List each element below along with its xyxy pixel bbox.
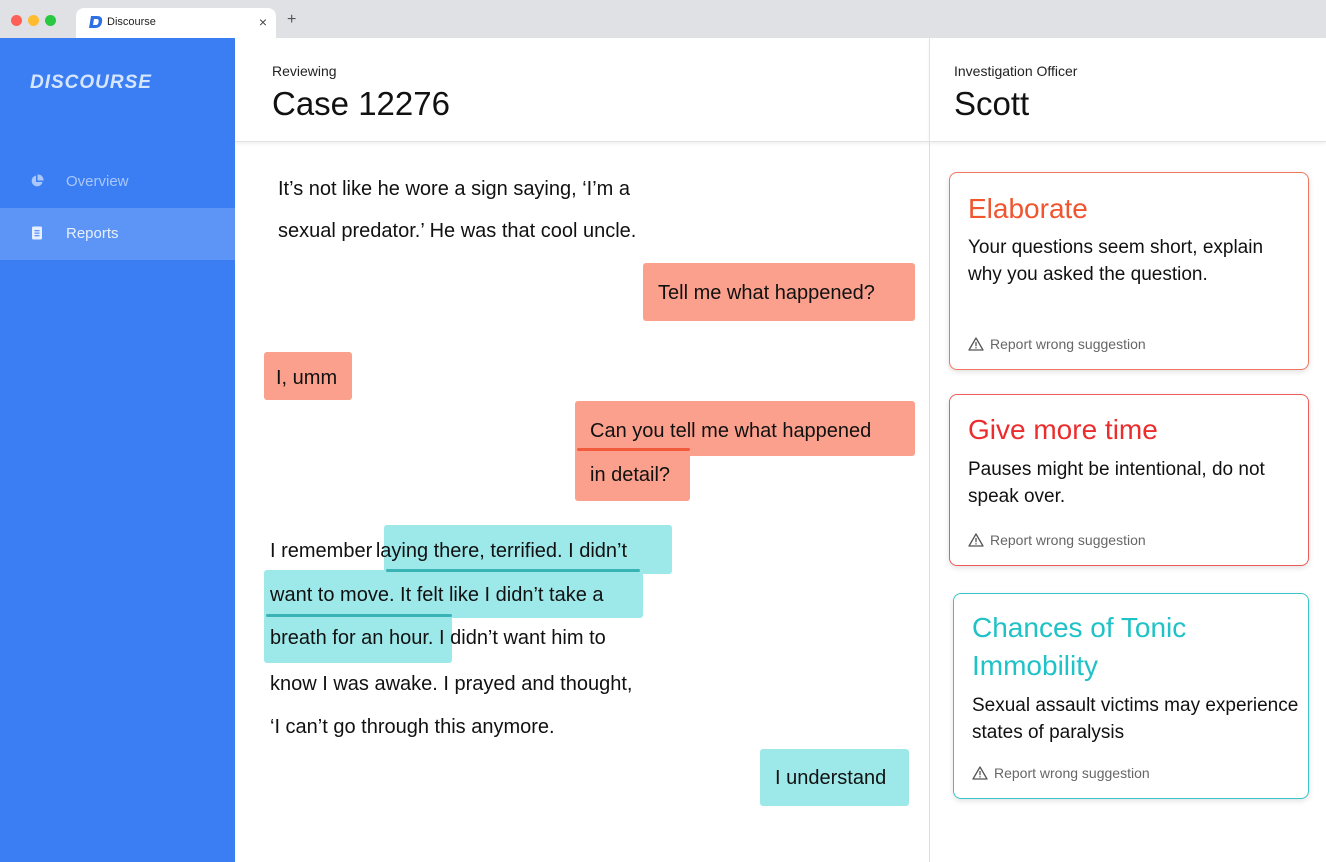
emphasis-underline: [577, 448, 690, 451]
sidebar: DISCOURSE Overview Reports: [0, 38, 235, 862]
transcript-line: sexual predator.’ He was that cool uncle…: [278, 220, 637, 242]
reviewing-label: Reviewing: [272, 63, 337, 79]
plain-text: I didn’t want him to: [433, 627, 606, 649]
transcript-line: know I was awake. I prayed and thought,: [270, 673, 633, 695]
officer-message: in detail?: [590, 464, 671, 486]
new-tab-button[interactable]: +: [287, 11, 296, 29]
emphasis-underline: [386, 569, 640, 572]
transcript-line: ‘I can’t go through this anymore.: [270, 716, 555, 738]
pie-chart-icon: [31, 174, 44, 187]
suggestion-card-tonic-immobility[interactable]: Chances of Tonic Immobility Sexual assau…: [953, 593, 1309, 799]
tab-close-icon[interactable]: ×: [259, 14, 267, 30]
flagged-text: want to move. It felt like I didn’t take…: [270, 584, 604, 606]
browser-tab[interactable]: Discourse ×: [76, 8, 276, 38]
suggestion-card-give-more-time[interactable]: Give more time Pauses might be intention…: [949, 394, 1309, 566]
close-window-button[interactable]: [11, 15, 22, 26]
emphasis-underline: [266, 614, 452, 617]
transcript-line: I remember laying there, terrified. I di…: [270, 539, 627, 563]
warning-icon: [968, 337, 984, 351]
officer-message: Tell me what happened?: [658, 282, 875, 304]
minimize-window-button[interactable]: [28, 15, 39, 26]
officer-message: Can you tell me what happened: [590, 420, 872, 442]
suggestion-title: Chances of Tonic Immobility: [972, 612, 1187, 681]
sidebar-item-label: Overview: [66, 173, 129, 190]
suggestion-body: Pauses might be intentional, do not spea…: [968, 459, 1265, 507]
document-icon: [32, 226, 42, 240]
officer-label: Investigation Officer: [954, 63, 1078, 79]
warning-icon: [968, 533, 984, 547]
warning-icon: [972, 766, 988, 780]
browser-chrome: Discourse × +: [0, 0, 1326, 38]
transcript-line: It’s not like he wore a sign saying, ‘I’…: [278, 178, 631, 200]
suggestion-card-elaborate[interactable]: Elaborate Your questions seem short, exp…: [949, 172, 1309, 370]
victim-message: I, umm: [276, 367, 338, 389]
officer-message: I understand: [775, 767, 887, 789]
maximize-window-button[interactable]: [45, 15, 56, 26]
flagged-text: breath for an hour.: [270, 627, 434, 649]
suggestion-title: Give more time: [968, 414, 1158, 445]
officer-header: Investigation Officer Scott: [929, 38, 1326, 142]
report-label: Report wrong suggestion: [990, 532, 1146, 548]
report-wrong-suggestion-link[interactable]: Report wrong suggestion: [968, 336, 1146, 352]
discourse-favicon-icon: [89, 16, 103, 28]
sidebar-item-overview[interactable]: Overview: [0, 156, 235, 208]
transcript-line: breath for an hour. I didn’t want him to: [270, 626, 606, 650]
plain-text: I remember: [270, 540, 378, 562]
report-label: Report wrong suggestion: [990, 336, 1146, 352]
sidebar-item-label: Reports: [66, 225, 119, 242]
officer-name: Scott: [954, 85, 1030, 122]
report-wrong-suggestion-link[interactable]: Report wrong suggestion: [968, 532, 1146, 548]
report-wrong-suggestion-link[interactable]: Report wrong suggestion: [972, 765, 1150, 781]
report-label: Report wrong suggestion: [994, 765, 1150, 781]
app-logo[interactable]: DISCOURSE: [30, 72, 152, 94]
flagged-text: laying there, terrified. I didn’t: [375, 540, 628, 562]
suggestion-body: Your questions seem short, explain why y…: [968, 237, 1264, 285]
suggestion-title: Elaborate: [968, 193, 1088, 224]
suggestion-body: Sexual assault victims may experience st…: [972, 695, 1299, 743]
case-header: Reviewing Case 12276: [235, 38, 929, 142]
tab-title: Discourse: [107, 16, 156, 28]
page-title: Case 12276: [272, 85, 450, 122]
sidebar-item-reports[interactable]: Reports: [0, 208, 235, 260]
panel-divider: [929, 142, 930, 862]
